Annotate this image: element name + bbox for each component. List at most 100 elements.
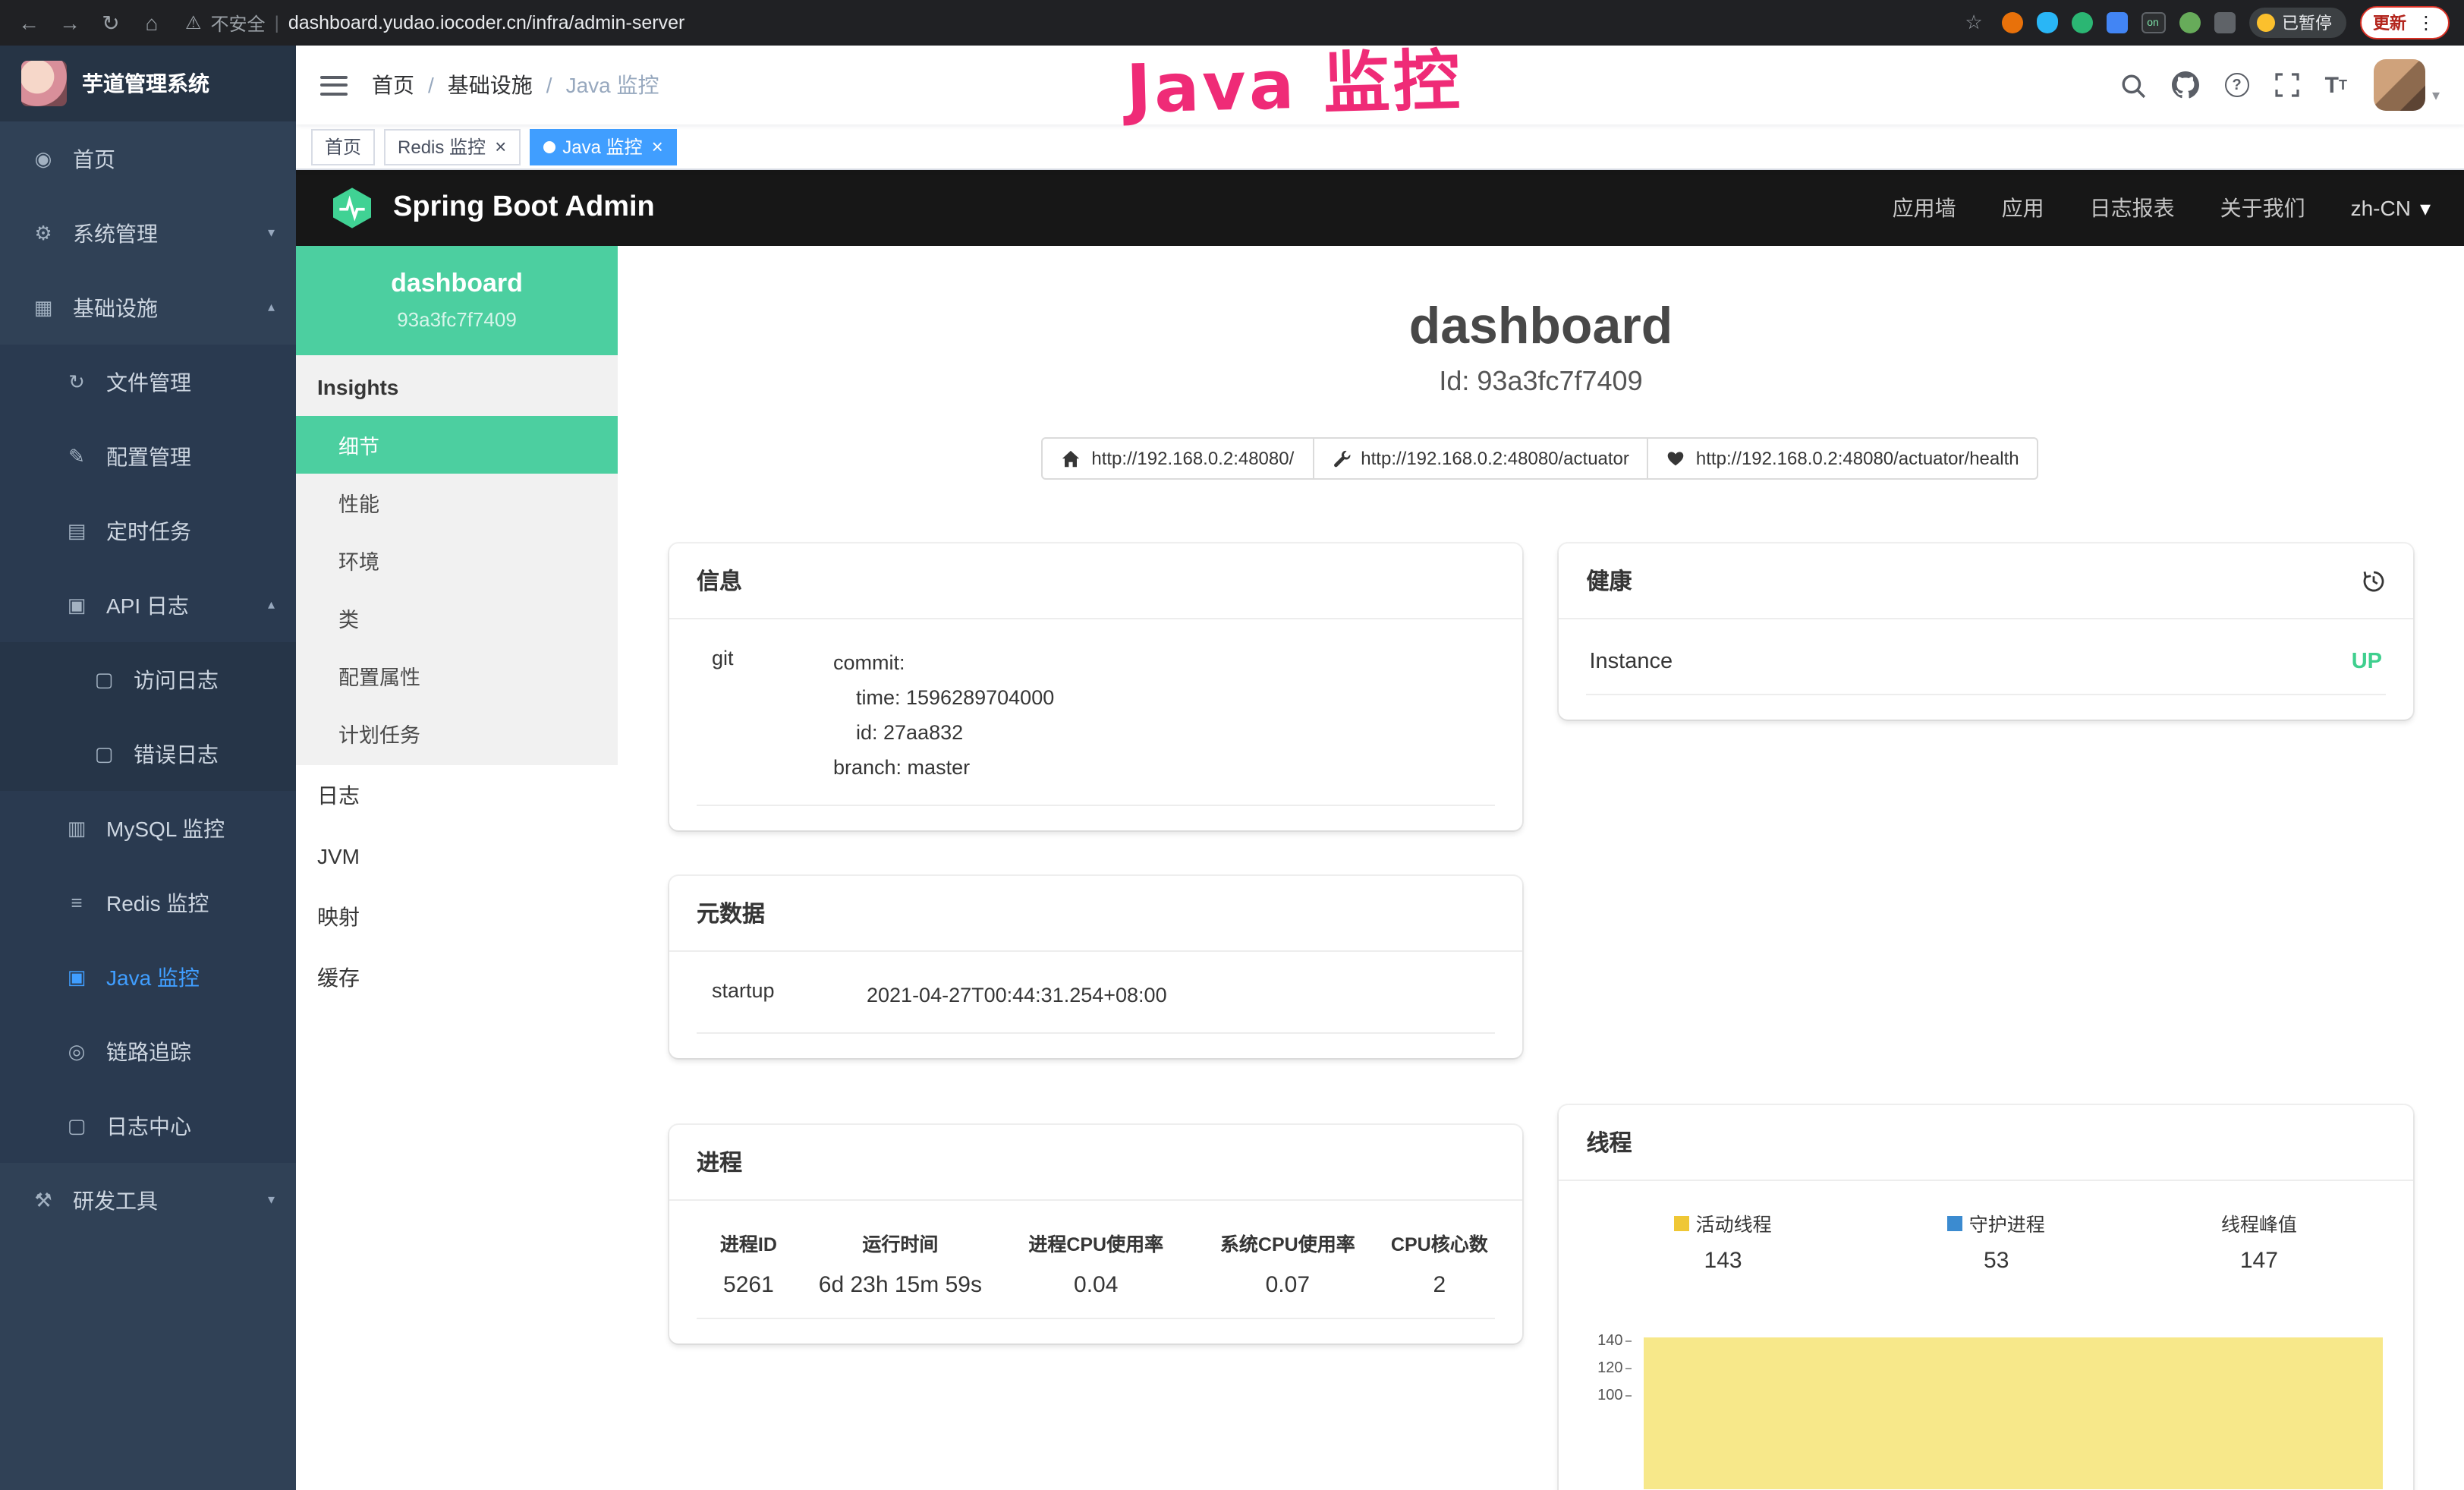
blue-swatch-icon: [1948, 1215, 1963, 1230]
warning-icon: ⚠: [185, 12, 202, 33]
bookmark-star-icon[interactable]: ☆: [1960, 11, 1987, 35]
sba-menu-mappings[interactable]: 映射: [296, 887, 618, 947]
actuator-url-link[interactable]: http://192.168.0.2:48080/actuator: [1312, 437, 1649, 480]
sidebar-item-log-center[interactable]: ▢ 日志中心: [0, 1088, 296, 1163]
browser-menu-icon[interactable]: ⋮: [2417, 12, 2435, 33]
sidebar-item-trace[interactable]: ◎ 链路追踪: [0, 1014, 296, 1088]
sidebar-item-java-monitor[interactable]: ▣ Java 监控: [0, 940, 296, 1014]
sba-nav-journal[interactable]: 日志报表: [2090, 193, 2175, 223]
sidebar-item-home[interactable]: ◉ 首页: [0, 121, 296, 196]
sidebar-item-label: 系统管理: [73, 218, 158, 248]
sba-menu-config-props[interactable]: 配置属性: [296, 647, 618, 704]
close-icon[interactable]: ×: [652, 137, 663, 156]
sba-menu-caches[interactable]: 缓存: [296, 947, 618, 1008]
font-size-icon[interactable]: TT: [2325, 72, 2347, 98]
chevron-down-icon: ▾: [268, 225, 275, 241]
sidebar-item-access-logs[interactable]: ▢ 访问日志: [0, 642, 296, 717]
browser-update-button[interactable]: 更新 ⋮: [2359, 6, 2449, 39]
sidebar-item-label: 定时任务: [106, 515, 191, 546]
browser-back-icon[interactable]: ←: [15, 11, 42, 35]
sidebar-item-label: 文件管理: [106, 367, 191, 397]
sba-nav-wallboard[interactable]: 应用墙: [1893, 193, 1956, 223]
tab-redis-monitor[interactable]: Redis 监控 ×: [384, 128, 520, 165]
cpu-cores: 2: [1383, 1256, 1495, 1318]
info-card-title: 信息: [697, 565, 742, 597]
sidebar-item-mysql-monitor[interactable]: ▥ MySQL 监控: [0, 791, 296, 865]
service-url-link[interactable]: http://192.168.0.2:48080/: [1041, 437, 1314, 480]
sidebar-item-label: API 日志: [106, 590, 189, 620]
sba-menu-details[interactable]: 细节: [296, 416, 618, 474]
extension-puzzle-icon[interactable]: [2214, 12, 2235, 33]
user-avatar[interactable]: [2374, 59, 2426, 111]
tab-home[interactable]: 首页: [311, 128, 375, 165]
sidebar-toggle-icon[interactable]: [320, 75, 348, 95]
sba-group-label: Insights: [296, 355, 618, 416]
close-icon[interactable]: ×: [495, 137, 506, 156]
extension-icon[interactable]: [2179, 12, 2200, 33]
sba-insights-group: Insights 细节 性能 环境 类 配置属性 计划任务: [296, 355, 618, 765]
browser-reload-icon[interactable]: ↻: [97, 10, 124, 36]
search-icon[interactable]: [2120, 72, 2146, 98]
extension-icon[interactable]: [2106, 12, 2127, 33]
browser-home-icon[interactable]: ⌂: [138, 11, 165, 35]
address-bar[interactable]: ⚠ 不安全 | dashboard.yudao.iocoder.cn/infra…: [179, 10, 1946, 36]
chevron-down-icon: ▾: [268, 1192, 275, 1208]
live-threads-area: [1644, 1337, 2383, 1489]
sba-instance-name: dashboard: [311, 269, 603, 299]
sba-menu-jvm[interactable]: JVM: [296, 826, 618, 887]
sidebar-item-scheduled-jobs[interactable]: ▤ 定时任务: [0, 493, 296, 568]
sidebar-item-system-management[interactable]: ⚙ 系统管理 ▾: [0, 196, 296, 270]
extension-icon[interactable]: [2071, 12, 2092, 33]
sba-language-select[interactable]: zh-CN ▾: [2351, 195, 2431, 221]
sba-menu-classes[interactable]: 类: [296, 589, 618, 647]
sba-menu-scheduled-tasks[interactable]: 计划任务: [296, 704, 618, 762]
caret-down-icon[interactable]: ▾: [2432, 88, 2440, 111]
sidebar-item-label: 配置管理: [106, 441, 191, 471]
legend-label: 活动线程: [1696, 1208, 1772, 1237]
extension-icon[interactable]: [2036, 12, 2057, 33]
question-glyph: ?: [2225, 73, 2249, 97]
health-url-link[interactable]: http://192.168.0.2:48080/actuator/health: [1647, 437, 2039, 480]
browser-forward-icon[interactable]: →: [56, 11, 83, 35]
url-divider: |: [275, 12, 279, 33]
sidebar-item-label: 访问日志: [134, 664, 219, 695]
breadcrumb-home[interactable]: 首页: [372, 70, 414, 100]
history-icon[interactable]: [2361, 569, 2385, 593]
actuator-url-text: http://192.168.0.2:48080/actuator: [1361, 448, 1629, 469]
sidebar-item-dev-tools[interactable]: ⚒ 研发工具 ▾: [0, 1163, 296, 1237]
github-icon[interactable]: [2172, 71, 2199, 99]
y-axis-tick: 100: [1587, 1388, 1632, 1404]
sba-nav-applications[interactable]: 应用: [2002, 193, 2044, 223]
breadcrumb-infrastructure[interactable]: 基础设施: [448, 70, 533, 100]
help-icon[interactable]: ?: [2225, 73, 2249, 97]
sidebar-item-config-management[interactable]: ✎ 配置管理: [0, 419, 296, 493]
sidebar-item-error-logs[interactable]: ▢ 错误日志: [0, 717, 296, 791]
sidebar-item-infrastructure[interactable]: ▦ 基础设施 ▴: [0, 270, 296, 345]
extension-icon[interactable]: [2001, 12, 2022, 33]
health-instance-row: Instance UP: [1587, 644, 2386, 695]
sba-menu-metrics[interactable]: 性能: [296, 474, 618, 531]
tab-java-monitor[interactable]: Java 监控 ×: [529, 128, 677, 165]
instance-id-line: Id: 93a3fc7f7409: [669, 366, 2412, 398]
sba-page: Spring Boot Admin 应用墙 应用 日志报表 关于我们 zh-CN…: [296, 170, 2464, 1490]
sba-logo-icon[interactable]: [329, 185, 375, 231]
extension-on-icon[interactable]: on: [2141, 12, 2165, 33]
process-col-header: 运行时间: [801, 1224, 1000, 1256]
profile-paused-badge[interactable]: 已暂停: [2248, 8, 2346, 38]
sba-brand-title[interactable]: Spring Boot Admin: [393, 191, 655, 225]
file-sync-icon: ↻: [64, 370, 90, 394]
sidebar-item-redis-monitor[interactable]: ≡ Redis 监控: [0, 865, 296, 940]
sidebar-item-file-management[interactable]: ↻ 文件管理: [0, 345, 296, 419]
sba-instance-header[interactable]: dashboard 93a3fc7f7409: [296, 246, 618, 355]
tab-label: 首页: [325, 134, 361, 159]
heart-pulse-icon: [1667, 449, 1685, 468]
sidebar-item-api-logs[interactable]: ▣ API 日志 ▴: [0, 568, 296, 642]
sba-nav-about[interactable]: 关于我们: [2220, 193, 2305, 223]
app-logo[interactable]: 芋道管理系统: [0, 46, 296, 121]
sba-menu-logs[interactable]: 日志: [296, 765, 618, 826]
process-card-title: 进程: [697, 1145, 742, 1177]
fullscreen-icon[interactable]: [2275, 73, 2299, 97]
legend-label: 线程峰值: [2221, 1208, 2297, 1237]
sba-menu-environment[interactable]: 环境: [296, 531, 618, 589]
sidebar-item-label: 首页: [73, 143, 115, 174]
